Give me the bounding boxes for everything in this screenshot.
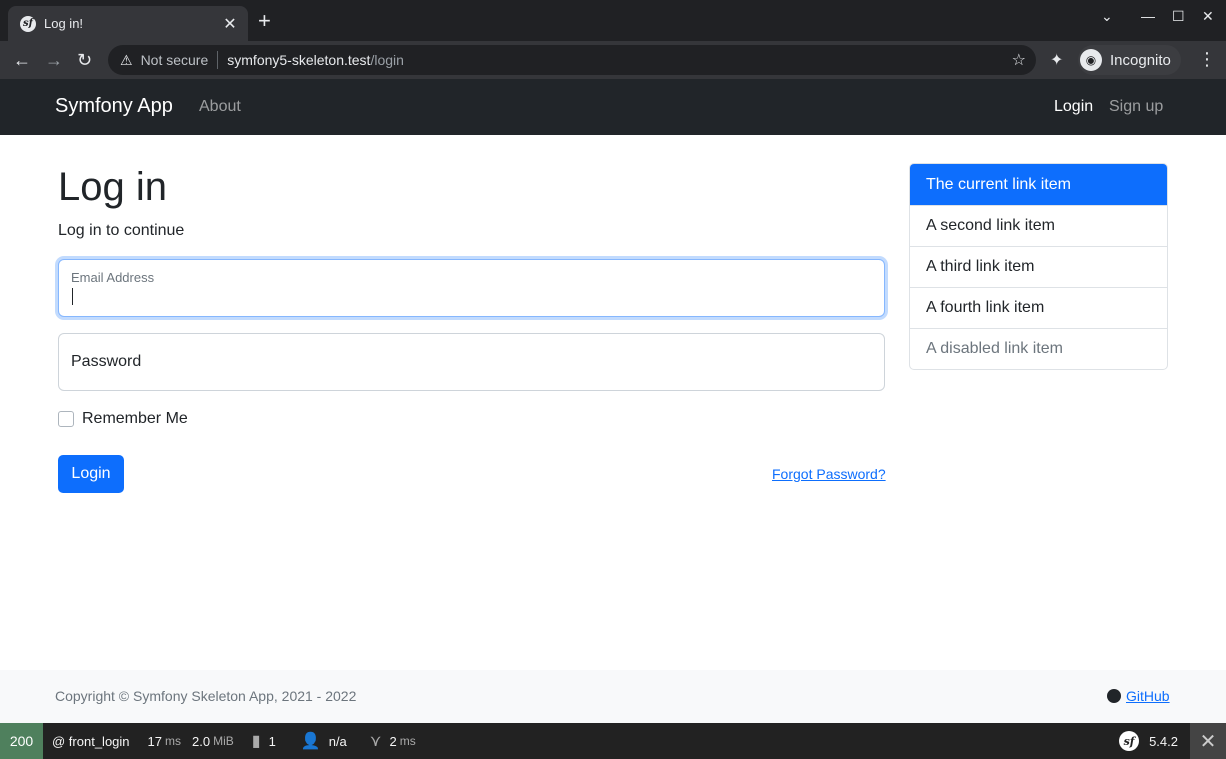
route-item[interactable]: @ front_login	[43, 723, 139, 759]
logs-item[interactable]: ▮ 1	[243, 723, 285, 759]
maximize-icon[interactable]: ☐	[1172, 8, 1185, 25]
minimize-icon[interactable]: —	[1141, 8, 1155, 24]
menu-icon[interactable]: ⋮	[1198, 49, 1216, 70]
email-label: Email Address	[71, 270, 155, 285]
twig-item[interactable]: ⋎ 2 ms	[356, 723, 425, 759]
time-item[interactable]: 17 ms	[139, 723, 190, 759]
list-item[interactable]: A third link item	[910, 246, 1167, 287]
app-navbar: Symfony App About Login Sign up	[0, 79, 1226, 135]
time-unit: ms	[165, 734, 181, 748]
incognito-badge[interactable]: ◉ Incognito	[1078, 45, 1181, 75]
navbar-brand[interactable]: Symfony App	[55, 95, 173, 118]
new-tab-button[interactable]: +	[258, 10, 271, 32]
password-field[interactable]: Password	[58, 333, 885, 391]
github-icon	[1107, 689, 1121, 703]
github-link-wrap[interactable]: GitHub	[1107, 688, 1170, 704]
memory-item[interactable]: 2.0 MiB	[190, 723, 243, 759]
symfony-debug-toolbar: 200 @ front_login 17 ms 2.0 MiB ▮ 1 👤 n/…	[0, 723, 1226, 759]
logs-count: 1	[268, 733, 276, 749]
copyright-text: Copyright © Symfony Skeleton App, 2021 -…	[55, 688, 357, 704]
browser-tab[interactable]: sf Log in! ✕	[8, 6, 248, 41]
twig-unit: ms	[399, 734, 416, 748]
list-item-disabled: A disabled link item	[910, 328, 1167, 369]
list-item[interactable]: A second link item	[910, 205, 1167, 246]
route-name: @ front_login	[52, 733, 130, 749]
url-path: /login	[370, 52, 404, 68]
memory-value: 2.0	[192, 733, 211, 749]
tab-title: Log in!	[44, 16, 84, 31]
page-title: Log in	[58, 165, 167, 209]
remember-me-checkbox[interactable]	[58, 411, 74, 427]
symfony-icon: sf	[20, 15, 36, 32]
forward-icon[interactable]: →	[45, 50, 63, 70]
list-item-current[interactable]: The current link item	[910, 164, 1167, 205]
browser-toolbar: ← → ↻ ⚠ Not secure symfony5-skeleton.tes…	[0, 41, 1226, 79]
warning-icon[interactable]: ⚠	[120, 52, 133, 69]
remember-me-label[interactable]: Remember Me	[82, 410, 188, 428]
page-footer: Copyright © Symfony Skeleton App, 2021 -…	[0, 670, 1226, 723]
address-bar[interactable]: ⚠ Not secure symfony5-skeleton.test /log…	[108, 45, 1036, 75]
time-value: 17	[147, 733, 162, 749]
bookmark-star-icon[interactable]: ☆	[1012, 50, 1026, 70]
github-link[interactable]: GitHub	[1126, 688, 1170, 704]
logs-icon: ▮	[251, 733, 261, 750]
forgot-password-link[interactable]: Forgot Password?	[772, 466, 886, 482]
divider	[217, 51, 219, 69]
user-value: n/a	[328, 733, 347, 749]
text-caret	[72, 288, 73, 305]
toolbar-right: sf 5.4.2 ✕	[1119, 723, 1226, 759]
twig-value: 2	[389, 733, 397, 749]
user-icon: 👤	[300, 733, 321, 750]
security-item[interactable]: 👤 n/a	[285, 723, 356, 759]
back-icon[interactable]: ←	[13, 50, 31, 70]
close-icon[interactable]: ✕	[222, 14, 238, 34]
email-field[interactable]: Email Address	[58, 259, 885, 317]
symfony-logo-icon[interactable]: sf	[1119, 731, 1140, 751]
incognito-label: Incognito	[1110, 51, 1171, 69]
tab-search-icon[interactable]: ⌄	[1101, 8, 1113, 25]
login-button[interactable]: Login	[58, 455, 124, 493]
page-subtitle: Log in to continue	[58, 222, 185, 239]
nav-link-login[interactable]: Login	[1054, 98, 1093, 116]
hide-toolbar-icon[interactable]: ✕	[1190, 723, 1226, 759]
reload-icon[interactable]: ↻	[77, 50, 92, 70]
twig-icon: ⋎	[369, 733, 382, 750]
window-close-icon[interactable]: ✕	[1202, 8, 1214, 25]
security-label[interactable]: Not secure	[141, 52, 209, 68]
password-label: Password	[71, 353, 142, 370]
url-host: symfony5-skeleton.test	[227, 52, 371, 68]
nav-link-signup[interactable]: Sign up	[1109, 98, 1163, 116]
memory-unit: MiB	[213, 734, 234, 748]
browser-tab-bar: sf Log in! ✕ + ⌄ — ☐ ✕	[0, 0, 1226, 41]
extensions-icon[interactable]: ✦	[1050, 50, 1063, 70]
list-item[interactable]: A fourth link item	[910, 287, 1167, 328]
nav-link-about[interactable]: About	[199, 98, 241, 116]
incognito-icon: ◉	[1080, 49, 1102, 71]
status-code-badge[interactable]: 200	[0, 723, 43, 759]
link-list-group: The current link item A second link item…	[909, 163, 1168, 370]
symfony-version[interactable]: 5.4.2	[1149, 734, 1178, 749]
